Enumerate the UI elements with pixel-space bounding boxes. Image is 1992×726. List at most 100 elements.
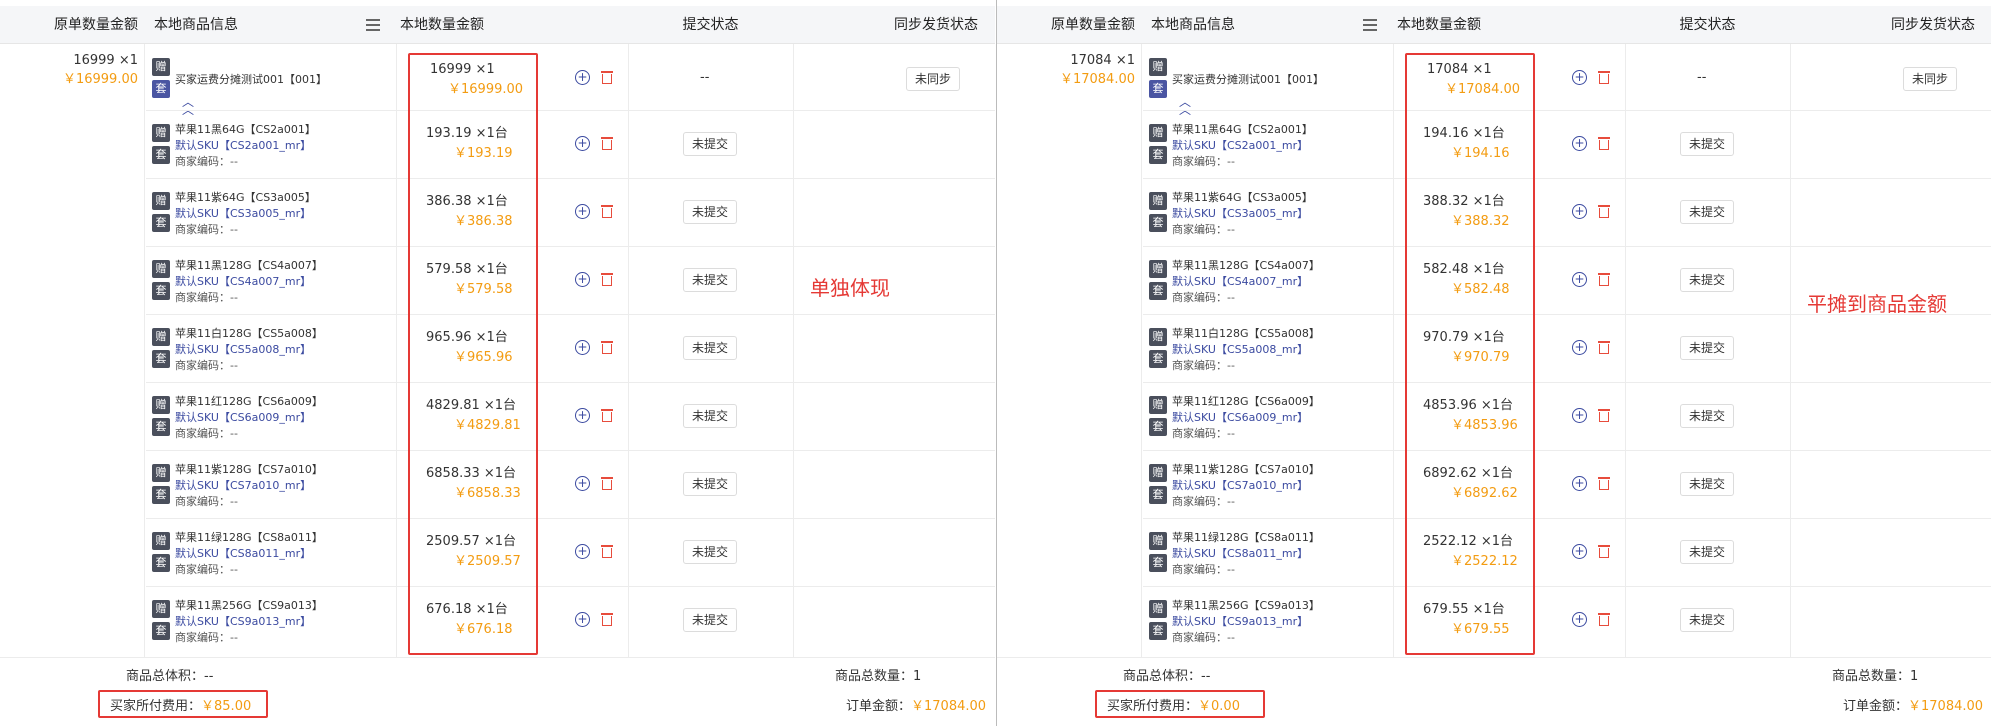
add-icon[interactable]: +	[1572, 340, 1587, 355]
add-icon[interactable]: +	[1572, 408, 1587, 423]
product-sku-link[interactable]: 默认SKU【CS2a001_mr】	[175, 138, 395, 154]
product-sku-link[interactable]: 默认SKU【CS5a008_mr】	[175, 342, 395, 358]
product-sku-link[interactable]: 默认SKU【CS8a011_mr】	[1172, 546, 1392, 562]
add-icon[interactable]: +	[575, 612, 590, 627]
row-divider	[146, 518, 995, 519]
row-divider	[146, 246, 995, 247]
not-submitted-button[interactable]: 未提交	[1680, 404, 1735, 428]
add-icon[interactable]: +	[1572, 204, 1587, 219]
product-name: 苹果11黑128G【CS4a007】	[175, 259, 323, 272]
product-sku-link[interactable]: 默认SKU【CS8a011_mr】	[175, 546, 395, 562]
delete-icon[interactable]	[600, 408, 614, 423]
row-divider	[146, 382, 995, 383]
product-name: 苹果11红128G【CS6a009】	[175, 395, 323, 408]
add-icon[interactable]: +	[1572, 272, 1587, 287]
merchant-code: 商家编码：--	[175, 563, 238, 576]
delete-icon[interactable]	[1597, 136, 1611, 151]
not-submitted-button[interactable]: 未提交	[683, 404, 738, 428]
add-icon[interactable]: +	[575, 544, 590, 559]
delete-icon[interactable]	[1597, 612, 1611, 627]
row-divider	[1143, 246, 1991, 247]
not-submitted-button[interactable]: 未提交	[683, 200, 738, 224]
delete-icon[interactable]	[600, 136, 614, 151]
product-sku-link[interactable]: 默认SKU【CS7a010_mr】	[1172, 478, 1392, 494]
product-name: 苹果11黑256G【CS9a013】	[175, 599, 323, 612]
add-icon[interactable]: +	[1572, 70, 1587, 85]
add-icon[interactable]: +	[1572, 544, 1587, 559]
set-badge: 套	[1149, 486, 1167, 504]
not-submitted-button[interactable]: 未提交	[683, 268, 738, 292]
not-synced-button[interactable]: 未同步	[1903, 67, 1958, 91]
add-icon[interactable]: +	[575, 408, 590, 423]
product-sku-link[interactable]: 默认SKU【CS6a009_mr】	[1172, 410, 1392, 426]
add-icon[interactable]: +	[1572, 476, 1587, 491]
not-submitted-button[interactable]: 未提交	[683, 132, 738, 156]
not-submitted-button[interactable]: 未提交	[1680, 608, 1735, 632]
delete-icon[interactable]	[600, 612, 614, 627]
not-submitted-button[interactable]: 未提交	[1680, 268, 1735, 292]
not-submitted-button[interactable]: 未提交	[1680, 472, 1735, 496]
not-submitted-button[interactable]: 未提交	[1680, 540, 1735, 564]
delete-icon[interactable]	[600, 70, 614, 85]
order-amount-label: 订单金额：	[1843, 699, 1909, 714]
header-submit-status: 提交状态	[682, 17, 739, 33]
add-icon[interactable]: +	[1572, 612, 1587, 627]
header-sync-status: 同步发货状态	[1891, 17, 1975, 33]
column-divider	[396, 44, 397, 657]
row-divider	[1143, 450, 1991, 451]
product-sku-link[interactable]: 默认SKU【CS4a007_mr】	[175, 274, 395, 290]
not-submitted-button[interactable]: 未提交	[683, 472, 738, 496]
column-menu-icon[interactable]	[1363, 19, 1377, 31]
add-icon[interactable]: +	[575, 476, 590, 491]
order-footer: 商品总体积：-- 商品总数量：1 买家所付费用：￥0.00 订单金额：￥1708…	[997, 657, 1991, 726]
add-icon[interactable]: +	[575, 340, 590, 355]
add-icon[interactable]: +	[575, 272, 590, 287]
product-sku-link[interactable]: 默认SKU【CS4a007_mr】	[1172, 274, 1392, 290]
column-menu-icon[interactable]	[366, 19, 380, 31]
table-header: 原单数量金额 本地商品信息 本地数量金额 提交状态 同步发货状态	[997, 6, 1991, 44]
row-divider	[1143, 178, 1991, 179]
product-sku-link[interactable]: 默认SKU【CS7a010_mr】	[175, 478, 395, 494]
not-submitted-button[interactable]: 未提交	[683, 336, 738, 360]
product-sku-link[interactable]: 默认SKU【CS5a008_mr】	[1172, 342, 1392, 358]
delete-icon[interactable]	[600, 204, 614, 219]
delete-icon[interactable]	[1597, 70, 1611, 85]
not-submitted-button[interactable]: 未提交	[683, 608, 738, 632]
not-submitted-button[interactable]: 未提交	[1680, 336, 1735, 360]
add-icon[interactable]: +	[575, 136, 590, 151]
product-sku-link[interactable]: 默认SKU【CS3a005_mr】	[175, 206, 395, 222]
merchant-code: 商家编码：--	[1172, 155, 1235, 168]
gift-badge: 赠	[152, 532, 170, 550]
delete-icon[interactable]	[1597, 340, 1611, 355]
delete-icon[interactable]	[1597, 272, 1611, 287]
delete-icon[interactable]	[1597, 204, 1611, 219]
product-sku-link[interactable]: 默认SKU【CS9a013_mr】	[1172, 614, 1392, 630]
add-icon[interactable]: +	[1572, 136, 1587, 151]
not-submitted-button[interactable]: 未提交	[1680, 200, 1735, 224]
delete-icon[interactable]	[600, 544, 614, 559]
not-synced-button[interactable]: 未同步	[906, 67, 961, 91]
product-sku-link[interactable]: 默认SKU【CS3a005_mr】	[1172, 206, 1392, 222]
add-icon[interactable]: +	[575, 204, 590, 219]
set-badge: 套	[152, 350, 170, 368]
product-sku-link[interactable]: 默认SKU【CS2a001_mr】	[1172, 138, 1392, 154]
delete-icon[interactable]	[600, 476, 614, 491]
product-name: 苹果11黑256G【CS9a013】	[1172, 599, 1320, 612]
total-quantity: 商品总数量：1	[835, 669, 922, 684]
not-submitted-button[interactable]: 未提交	[683, 540, 738, 564]
not-submitted-button[interactable]: 未提交	[1680, 132, 1735, 156]
delete-icon[interactable]	[1597, 544, 1611, 559]
set-badge: 套	[152, 486, 170, 504]
product-sku-link[interactable]: 默认SKU【CS9a013_mr】	[175, 614, 395, 630]
main-product-name: 买家运费分摊测试001【001】	[1172, 73, 1324, 86]
delete-icon[interactable]	[1597, 476, 1611, 491]
merchant-code: 商家编码：--	[175, 291, 238, 304]
delete-icon[interactable]	[600, 272, 614, 287]
delete-icon[interactable]	[600, 340, 614, 355]
gift-badge: 赠	[1149, 464, 1167, 482]
delete-icon[interactable]	[1597, 408, 1611, 423]
product-name: 苹果11黑128G【CS4a007】	[1172, 259, 1320, 272]
add-icon[interactable]: +	[575, 70, 590, 85]
merchant-code: 商家编码：--	[1172, 427, 1235, 440]
product-sku-link[interactable]: 默认SKU【CS6a009_mr】	[175, 410, 395, 426]
